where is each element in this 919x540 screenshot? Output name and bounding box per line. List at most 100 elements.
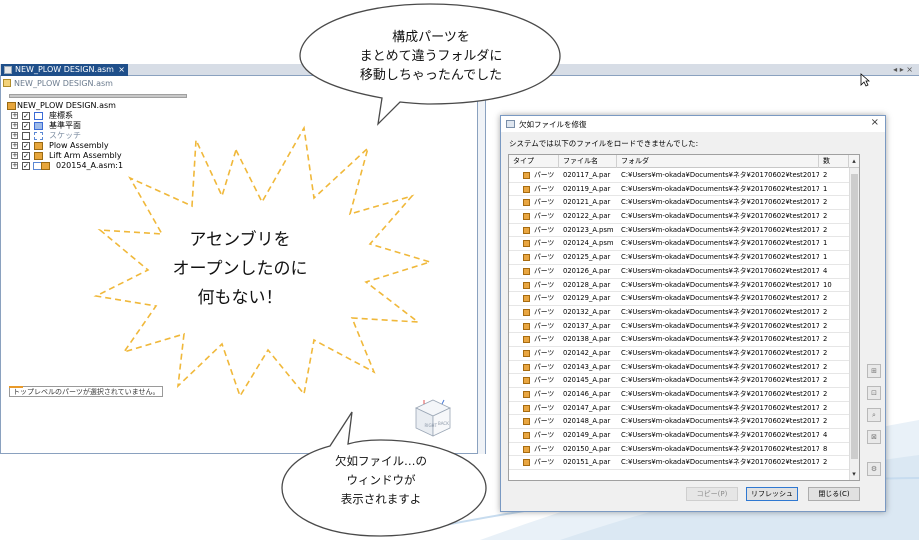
tree-item-coordinate-system[interactable]: + ✓ 座標系	[5, 111, 305, 121]
visibility-checkbox[interactable]: ✓	[22, 162, 30, 170]
visibility-checkbox[interactable]	[22, 132, 30, 140]
tree-item-sketch[interactable]: + スケッチ	[5, 131, 305, 141]
column-header-type[interactable]: タイプ	[509, 155, 559, 168]
pane-title-label: NEW_PLOW DESIGN.asm	[14, 79, 113, 88]
cell-filename: 020121_A.par	[563, 198, 611, 207]
table-row[interactable]: パーツ 020132_A.par C:¥Users¥m-okada¥Document…	[509, 306, 849, 320]
chevron-down-icon[interactable]: ▾	[849, 468, 859, 480]
part-icon	[523, 267, 530, 275]
cell-filename: 020148_A.par	[563, 417, 611, 426]
cell-count: 2	[823, 294, 828, 303]
expand-plus-icon[interactable]: +	[11, 162, 18, 169]
assembly-icon	[7, 102, 16, 110]
visibility-checkbox[interactable]: ✓	[22, 142, 30, 150]
visibility-checkbox[interactable]: ✓	[22, 112, 30, 120]
dialog-titlebar[interactable]: 欠如ファイルを修復 ×	[501, 116, 885, 132]
tree-item-reference-planes[interactable]: + ✓ 基準平面	[5, 121, 305, 131]
cell-count: 2	[823, 376, 828, 385]
cell-folder: C:¥Users¥m-okada¥Documents¥ネタ¥20170602¥t…	[621, 280, 819, 289]
cell-filename: 020126_A.par	[563, 266, 611, 275]
table-row[interactable]: パーツ 020137_A.par C:¥Users¥m-okada¥Document…	[509, 320, 849, 334]
tree-root-label: NEW_PLOW DESIGN.asm	[17, 101, 116, 110]
cell-folder: C:¥Users¥m-okada¥Documents¥ネタ¥20170602¥t…	[621, 184, 819, 193]
cell-type: パーツ	[509, 306, 559, 320]
browse-folder-icon[interactable]: ⊞	[867, 364, 881, 378]
expand-plus-icon[interactable]: +	[11, 152, 18, 159]
expand-plus-icon[interactable]: +	[11, 142, 18, 149]
assembly-file-icon	[4, 66, 12, 74]
search-file-icon[interactable]: ⌕	[867, 408, 881, 422]
part-icon	[523, 404, 530, 412]
tree-item-plow-assembly[interactable]: + ✓ Plow Assembly	[5, 141, 305, 151]
settings-icon[interactable]: ⚙	[867, 462, 881, 476]
cell-type: パーツ	[509, 320, 559, 334]
table-row[interactable]: パーツ 020123_A.psm C:¥Users¥m-okada¥Document…	[509, 224, 849, 238]
visibility-checkbox[interactable]: ✓	[22, 122, 30, 130]
table-row[interactable]: パーツ 020142_A.par C:¥Users¥m-okada¥Document…	[509, 347, 849, 361]
part-icon	[523, 445, 530, 453]
part-icon	[523, 308, 530, 316]
table-row[interactable]: パーツ 020126_A.par C:¥Users¥m-okada¥Document…	[509, 265, 849, 279]
tree-item-label: Lift Arm Assembly	[49, 151, 122, 160]
table-row[interactable]: パーツ 020145_A.par C:¥Users¥m-okada¥Document…	[509, 374, 849, 388]
cell-filename: 020125_A.par	[563, 253, 611, 262]
table-row[interactable]: パーツ 020128_A.par C:¥Users¥m-okada¥Document…	[509, 279, 849, 293]
part-icon	[523, 349, 530, 357]
table-row[interactable]: パーツ 020124_A.psm C:¥Users¥m-okada¥Document…	[509, 237, 849, 252]
table-row[interactable]: パーツ 020143_A.par C:¥Users¥m-okada¥Document…	[509, 361, 849, 375]
column-header-count[interactable]: 数	[819, 155, 849, 168]
sketch-icon	[34, 132, 43, 140]
table-row[interactable]: パーツ 020138_A.par C:¥Users¥m-okada¥Document…	[509, 333, 849, 347]
table-row[interactable]: パーツ 020119_A.par C:¥Users¥m-okada¥Document…	[509, 183, 849, 197]
visibility-checkbox[interactable]: ✓	[22, 152, 30, 160]
column-header-folder[interactable]: フォルダ	[617, 155, 819, 168]
pathfinder-tree: NEW_PLOW DESIGN.asm + ✓ 座標系 + ✓ 基準平面 + ス…	[5, 101, 305, 171]
cell-type: パーツ	[509, 347, 559, 361]
table-header: タイプ ファイル名 フォルダ 数	[509, 155, 859, 168]
table-row[interactable]: パーツ 020149_A.par C:¥Users¥m-okada¥Document…	[509, 429, 849, 443]
mouse-pointer-icon	[860, 73, 870, 87]
tree-item-label: スケッチ	[49, 131, 81, 140]
chevron-up-icon[interactable]: ▴	[849, 155, 859, 168]
table-row[interactable]: パーツ 020146_A.par C:¥Users¥m-okada¥Document…	[509, 388, 849, 402]
tree-root[interactable]: NEW_PLOW DESIGN.asm	[5, 101, 305, 111]
table-row[interactable]: パーツ 020122_A.par C:¥Users¥m-okada¥Document…	[509, 210, 849, 224]
cell-folder: C:¥Users¥m-okada¥Documents¥ネタ¥20170602¥t…	[621, 403, 819, 412]
cell-count: 2	[823, 212, 828, 221]
tree-item-label: 020154_A.asm:1	[56, 161, 124, 170]
table-scrollbar[interactable]	[849, 168, 859, 480]
table-row[interactable]: パーツ 020121_A.par C:¥Users¥m-okada¥Document…	[509, 196, 849, 211]
table-row[interactable]: パーツ 020151_A.par C:¥Users¥m-okada¥Document…	[509, 456, 849, 471]
expand-plus-icon[interactable]: +	[11, 122, 18, 129]
link-file-icon[interactable]: ⊠	[867, 430, 881, 444]
table-row[interactable]: パーツ 020150_A.par C:¥Users¥m-okada¥Document…	[509, 443, 849, 457]
close-button[interactable]: 閉じる(C)	[808, 487, 860, 501]
tree-item-lift-arm-assembly[interactable]: + ✓ Lift Arm Assembly	[5, 151, 305, 161]
table-row[interactable]: パーツ 020117_A.par C:¥Users¥m-okada¥Document…	[509, 169, 849, 183]
annotation-line: 表示されますよ	[340, 492, 422, 506]
document-tab[interactable]: NEW_PLOW DESIGN.asm ×	[1, 64, 128, 76]
cell-type-label: パーツ	[534, 376, 555, 385]
refresh-button[interactable]: リフレッシュ	[746, 487, 798, 501]
cell-type-label: パーツ	[534, 335, 555, 344]
copy-button[interactable]: コピー(P)	[686, 487, 738, 501]
tab-nav-icons[interactable]: ◂ ▸ ×	[893, 64, 913, 76]
table-row[interactable]: パーツ 020148_A.par C:¥Users¥m-okada¥Document…	[509, 415, 849, 430]
cell-folder: C:¥Users¥m-okada¥Documents¥ネタ¥20170602¥t…	[621, 253, 819, 262]
scrollbar-thumb[interactable]	[851, 174, 858, 459]
close-icon[interactable]: ×	[871, 117, 879, 129]
tree-item-020154-asm[interactable]: + ✓ 020154_A.asm:1	[5, 161, 305, 171]
replace-file-icon[interactable]: ⊡	[867, 386, 881, 400]
table-row[interactable]: パーツ 020129_A.par C:¥Users¥m-okada¥Document…	[509, 292, 849, 306]
cell-folder: C:¥Users¥m-okada¥Documents¥ネタ¥20170602¥t…	[621, 294, 819, 303]
cell-type-label: パーツ	[534, 403, 555, 412]
cell-filename: 020138_A.par	[563, 335, 611, 344]
expand-plus-icon[interactable]: +	[11, 132, 18, 139]
table-row[interactable]: パーツ 020125_A.par C:¥Users¥m-okada¥Document…	[509, 251, 849, 265]
table-row[interactable]: パーツ 020147_A.par C:¥Users¥m-okada¥Document…	[509, 402, 849, 416]
tab-close-icon[interactable]: ×	[118, 64, 125, 76]
column-header-filename[interactable]: ファイル名	[559, 155, 617, 168]
expand-plus-icon[interactable]: +	[11, 112, 18, 119]
cell-filename: 020145_A.par	[563, 376, 611, 385]
top-annotation-text: 構成パーツを まとめて違うフォルダに 移動しちゃったんでした	[336, 28, 526, 85]
